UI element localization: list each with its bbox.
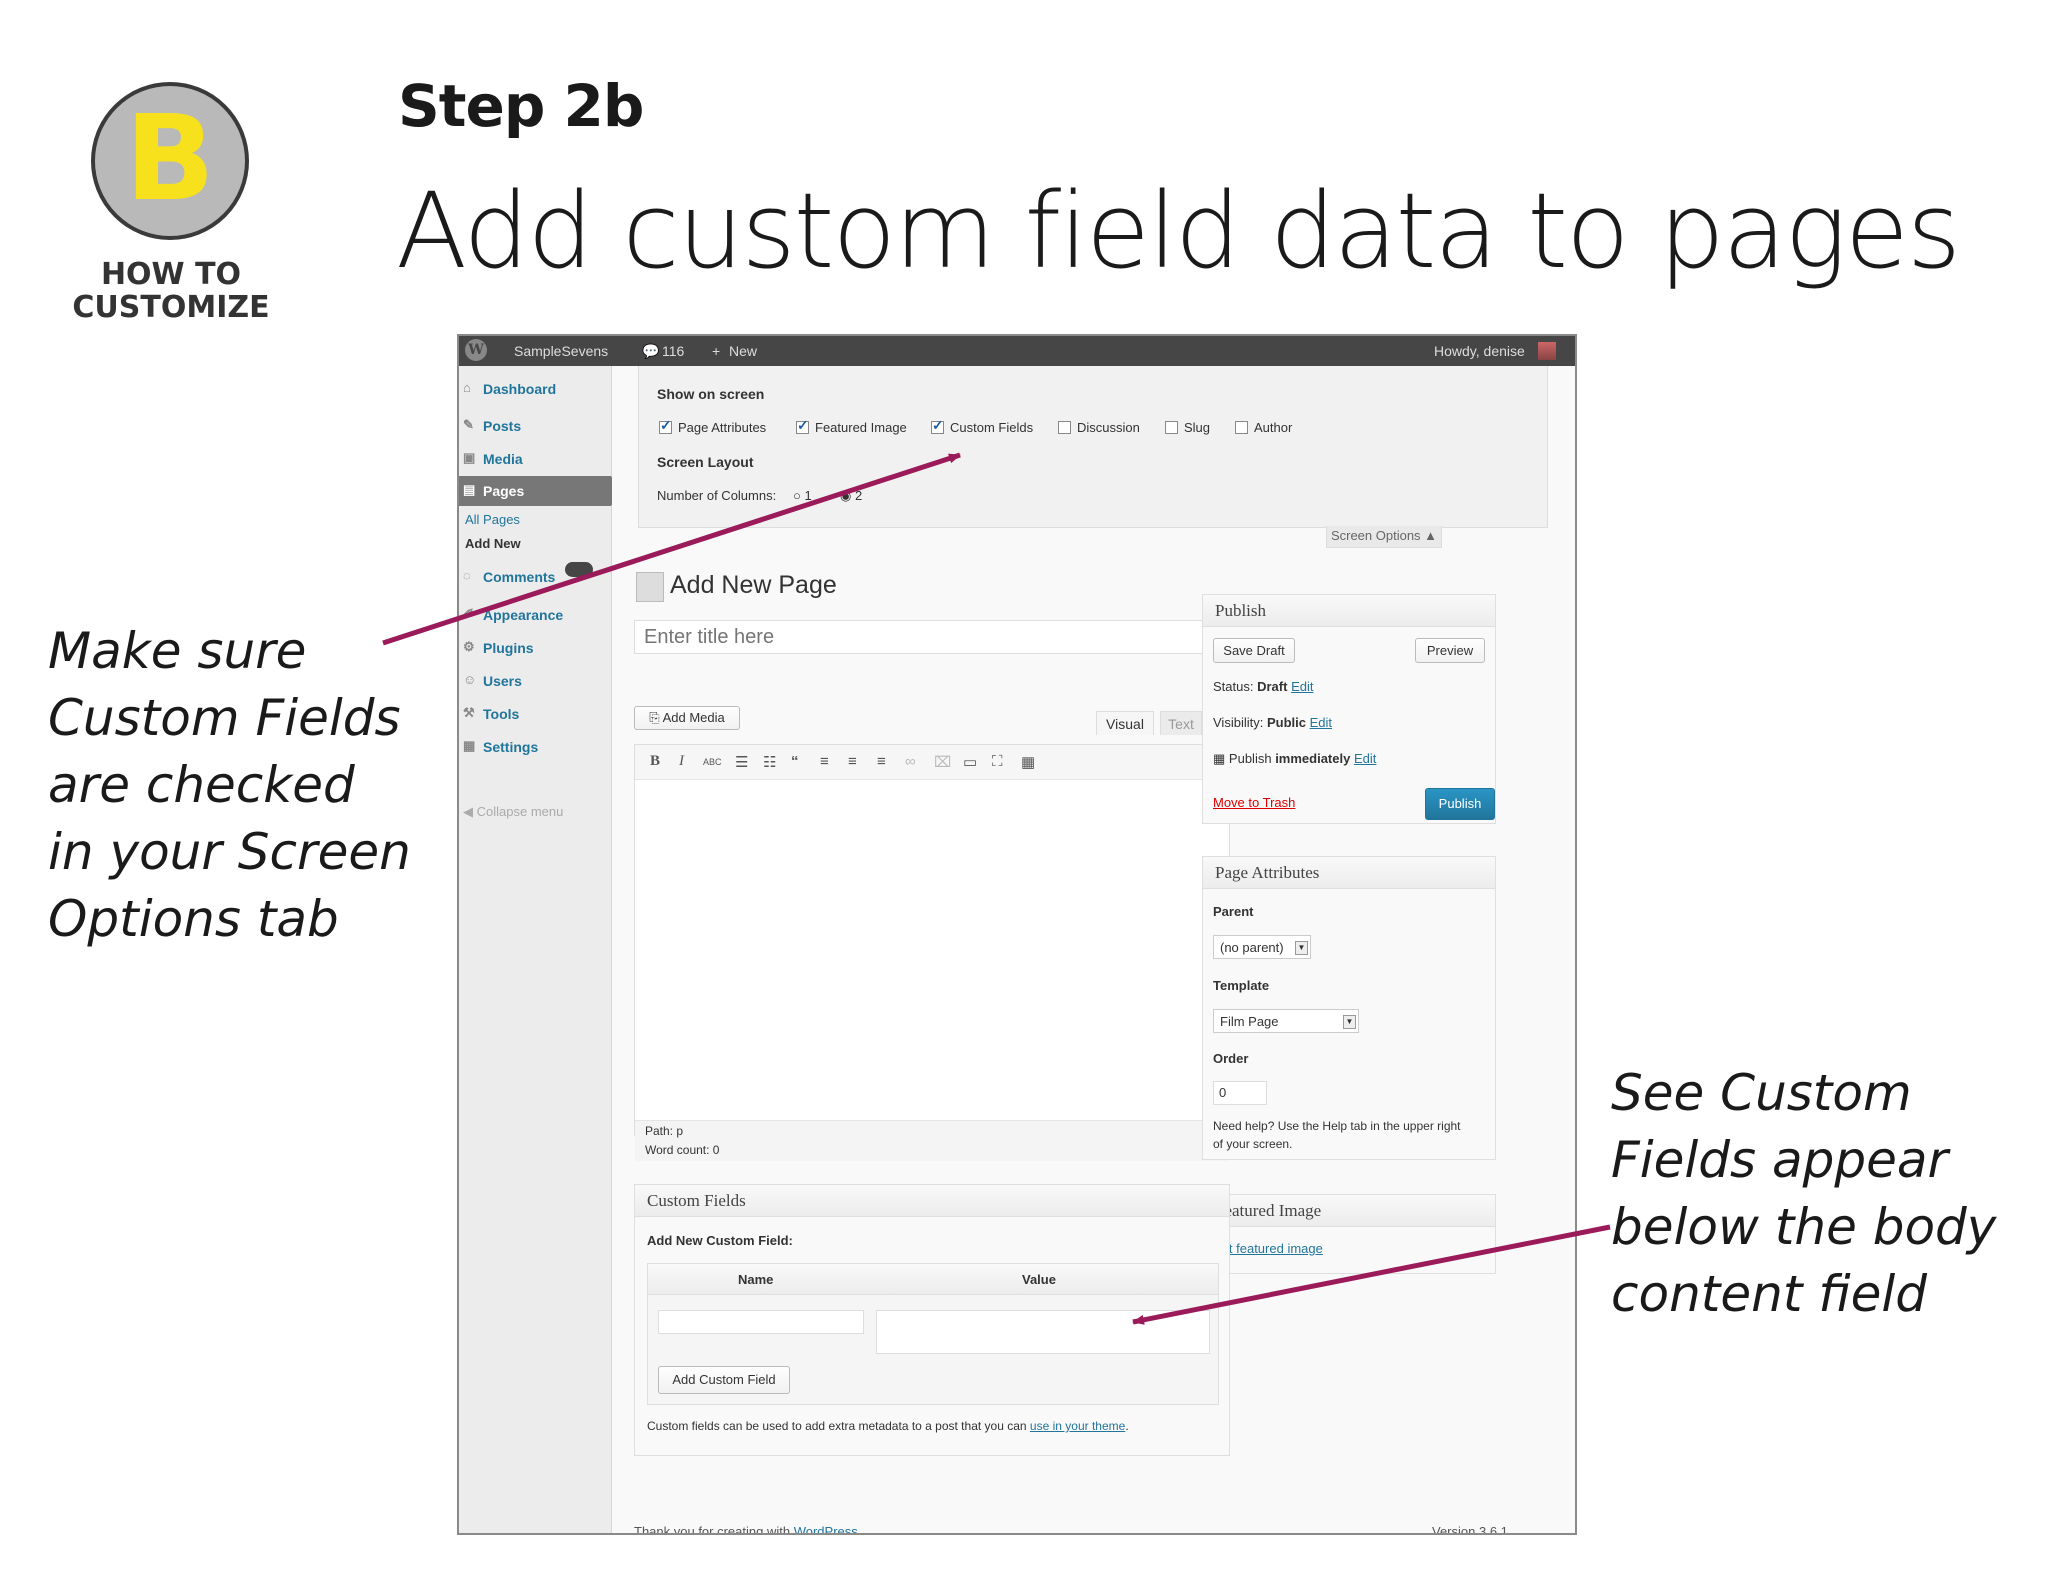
arrow-to-custom-fields	[1132, 1224, 1611, 1325]
annotation-arrows	[382, 452, 1611, 1325]
arrow-to-screen-options	[382, 452, 961, 646]
